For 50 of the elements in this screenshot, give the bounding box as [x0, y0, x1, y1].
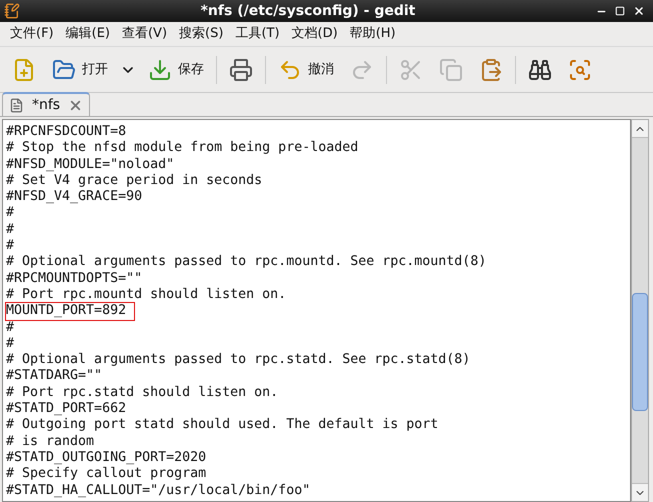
code-line: #STATD_PORT=662	[6, 401, 126, 418]
notepad-icon	[4, 3, 20, 19]
code-line: #	[6, 336, 14, 352]
scrollbar[interactable]	[631, 119, 649, 502]
menu-item[interactable]: 搜索(S)	[173, 24, 230, 44]
code-line: # Port rpc.statd should listen on.	[6, 384, 278, 402]
binoculars-icon	[528, 58, 552, 82]
printer-icon	[229, 58, 253, 82]
code-line: #STATDARG=""	[6, 368, 102, 385]
code-line: # Port rpc.mountd should listen on.	[6, 286, 286, 304]
code-line: # Specify callout program	[6, 466, 206, 483]
toolbar-button[interactable]: 打开	[44, 52, 116, 88]
copy-icon	[439, 58, 463, 82]
scissors-icon	[399, 58, 423, 82]
code-line: #	[6, 320, 14, 336]
menu-item[interactable]: 帮助(H)	[344, 24, 402, 44]
folder-icon	[52, 58, 76, 82]
code-line: #RPCNFSDCOUNT=8	[6, 124, 126, 140]
menu-item[interactable]: 文档(D)	[286, 24, 344, 44]
code-line: MOUNTD_PORT=892	[6, 303, 134, 320]
code-line: #	[6, 238, 14, 254]
window-title: *nfs (/etc/sysconfig) - gedit	[200, 2, 416, 20]
clipboard-icon	[479, 58, 503, 82]
code-line: # Optional arguments passed to rpc.statd. See rpc.statd(8)	[6, 352, 470, 368]
code-line: #STATD_OUTGOING_PORT=2020	[6, 450, 206, 466]
menu-item[interactable]: 查看(V)	[116, 24, 174, 44]
menu-item[interactable]: 工具(T)	[229, 24, 286, 44]
code-line: # Set V4 grace period in seconds	[6, 172, 262, 190]
code-line: # Stop the nfsd module from being pre-loaded	[6, 140, 358, 157]
toolbar-button[interactable]: 撤消	[270, 52, 342, 88]
menu-item[interactable]: 文件(F)	[4, 24, 60, 44]
code-line: # Optional arguments passed to rpc.mountd. See rpc.mountd(8)	[6, 254, 486, 271]
maximize-icon[interactable]	[615, 6, 625, 16]
code-line: # is random	[6, 434, 94, 450]
close-icon[interactable]	[633, 5, 645, 17]
code-line: #	[6, 222, 14, 238]
code-line: #NFSD_MODULE="noload"	[6, 156, 174, 173]
code-line: #RPCMOUNTDOPTS=""	[6, 270, 142, 287]
code-line: #STATD_HA_CALLOUT="/usr/local/bin/foo"	[6, 482, 310, 499]
file-icon	[9, 98, 24, 112]
menu-item[interactable]: 编辑(E)	[60, 24, 116, 44]
download-icon	[148, 58, 172, 82]
scrollbar-thumb[interactable]	[632, 293, 648, 411]
new-file-icon	[12, 58, 36, 82]
toolbar-button[interactable]: 保存	[140, 52, 212, 88]
code-line: # Outgoing port statd should used. The default is port	[6, 417, 438, 434]
code-line: #	[6, 205, 14, 222]
code-line: #NFSD_V4_GRACE=90	[6, 189, 142, 206]
text-editor[interactable]	[2, 119, 631, 502]
document-tab[interactable]: *nfs	[2, 92, 90, 116]
